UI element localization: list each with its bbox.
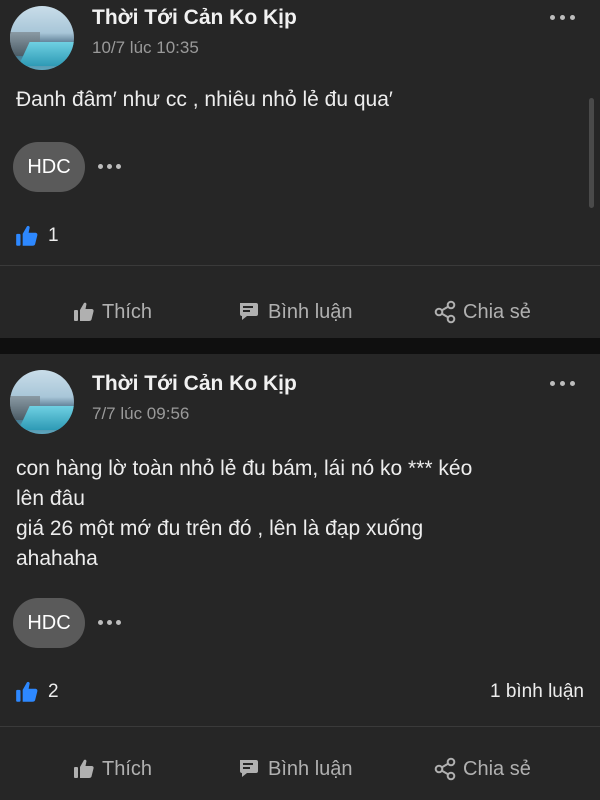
more-horizontal-icon[interactable] <box>550 378 580 388</box>
comment-button[interactable]: Bình luận <box>238 283 353 341</box>
comment-label: Bình luận <box>268 300 353 323</box>
like-count: 2 <box>48 681 59 702</box>
post-card: Thời Tới Cản Ko Kịp 7/7 lúc 09:56 con hà… <box>0 354 600 800</box>
post-author[interactable]: Thời Tới Cản Ko Kịp <box>92 372 297 396</box>
like-label: Thích <box>102 300 153 323</box>
divider <box>0 265 600 266</box>
comment-bubble-icon <box>240 303 258 320</box>
like-count: 1 <box>48 225 59 246</box>
share-button[interactable]: Chia sẻ <box>433 283 531 341</box>
share-icon <box>434 300 456 324</box>
like-icon <box>16 225 38 246</box>
reaction-summary[interactable]: 1 <box>14 223 59 249</box>
like-icon <box>16 681 38 702</box>
post-body-line: Đanh đâm′ như cc , nhiêu nhỏ lẻ đu qua′ <box>16 88 393 111</box>
post-timestamp[interactable]: 7/7 lúc 09:56 <box>92 404 189 424</box>
avatar[interactable] <box>10 6 74 70</box>
share-label: Chia sẻ <box>463 757 531 780</box>
post-body-line: giá 26 một mớ đu trên đó , lên là đạp xu… <box>16 517 424 540</box>
post-body: con hàng lờ toàn nhỏ lẻ đu bám, lái nó k… <box>16 454 560 574</box>
post-body-line: lên đâu <box>16 487 85 510</box>
like-button[interactable]: Thích <box>72 283 152 341</box>
post-author[interactable]: Thời Tới Cản Ko Kịp <box>92 6 297 30</box>
comment-bubble-icon <box>240 760 258 777</box>
comment-label: Bình luận <box>268 757 353 780</box>
like-label: Thích <box>102 757 153 780</box>
more-horizontal-icon[interactable] <box>550 12 580 22</box>
reactor-chip[interactable]: HDC <box>13 142 85 192</box>
post-body-line: ahahaha <box>16 547 98 570</box>
comment-button[interactable]: Bình luận <box>238 740 353 798</box>
thumbs-up-icon <box>74 759 94 778</box>
post-timestamp[interactable]: 10/7 lúc 10:35 <box>92 38 199 58</box>
share-label: Chia sẻ <box>463 300 531 323</box>
more-horizontal-icon[interactable] <box>98 161 124 171</box>
scrollbar[interactable] <box>589 98 594 208</box>
post-body: Đanh đâm′ như cc , nhiêu nhỏ lẻ đu qua′ <box>16 85 560 115</box>
comment-count-link[interactable]: 1 bình luận <box>490 681 584 703</box>
post-actions: Thích Bình luận Chia sẻ <box>0 740 600 798</box>
reactor-chip[interactable]: HDC <box>13 598 85 648</box>
share-button[interactable]: Chia sẻ <box>433 740 531 798</box>
divider <box>0 726 600 727</box>
thumbs-up-icon <box>74 302 94 321</box>
reaction-summary[interactable]: 2 <box>14 679 59 705</box>
like-button[interactable]: Thích <box>72 740 152 798</box>
avatar[interactable] <box>10 370 74 434</box>
post-body-line: con hàng lờ toàn nhỏ lẻ đu bám, lái nó k… <box>16 457 473 480</box>
share-icon <box>434 757 456 781</box>
post-card: Thời Tới Cản Ko Kịp 10/7 lúc 10:35 Đanh … <box>0 0 600 338</box>
post-actions: Thích Bình luận Chia sẻ <box>0 283 600 341</box>
more-horizontal-icon[interactable] <box>98 617 124 627</box>
